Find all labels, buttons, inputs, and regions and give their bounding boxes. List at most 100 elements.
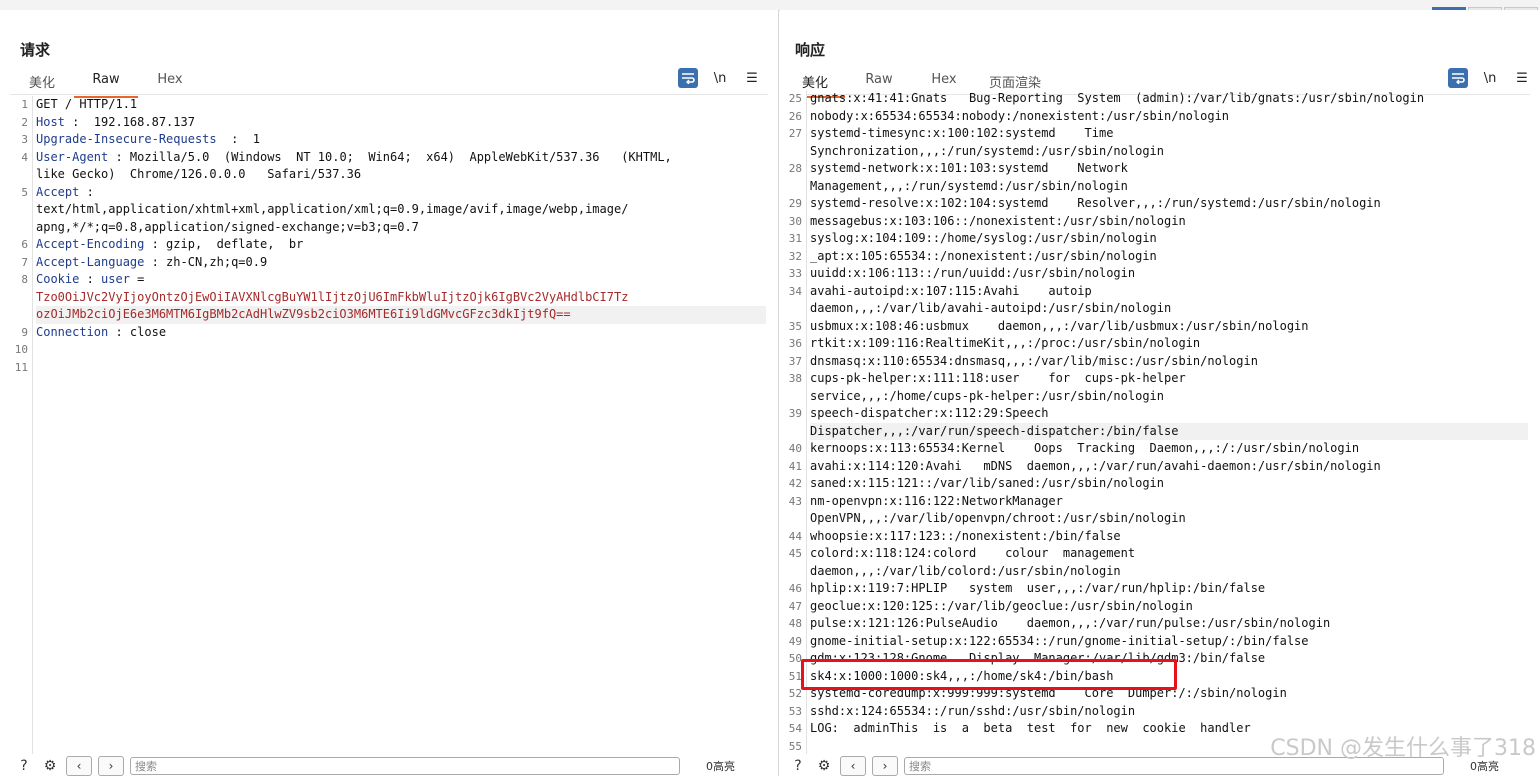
line-text: Upgrade-Insecure-Requests : 1 [36,131,766,149]
line-number: 45 [788,547,802,560]
line-number: 48 [788,617,802,630]
code-token: Connection [36,324,109,339]
request-title: 请求 [20,41,51,59]
code-line: 50 gdm:x:123:128:Gnome Display Manager:/v… [784,650,1528,668]
code-token: : gzip, deflate, br [144,237,304,251]
line-number: 28 [788,162,802,175]
menu-icon[interactable]: ☰ [1512,68,1532,88]
line-number: 2 [21,115,28,129]
line-number: 44 [788,529,802,543]
wrap-lines-icon[interactable] [1448,68,1468,88]
code-token: avahi-autoipd:x:107:115:Avahi autoip [810,283,1092,298]
code-line: 28 systemd-network:x:101:103:systemd Netw… [784,160,1528,178]
request-editor[interactable]: 1 GET / HTTP/1.1 2 Host : 192.168.87.137 3 Up… [10,96,766,754]
code-token: daemon,,,:/var/lib/avahi-autoipd:/usr/sb… [810,301,1172,315]
line-text: messagebus:x:103:106::/nonexistent:/usr/… [810,213,1528,231]
code-token: : Mozilla/5.0 (Windows NT 10.0; Win64; x… [108,149,672,164]
line-text: apng,*/*;q=0.8,application/signed-exchan… [36,219,766,237]
code-line: 39 speech-dispatcher:x:112:29:Speech [784,405,1528,423]
next-match-button[interactable]: › [98,756,124,776]
line-text: pulse:x:121:126:PulseAudio daemon,,,:/va… [810,615,1528,633]
code-line: daemon,,,:/var/lib/colord:/usr/sbin/nolo… [784,563,1528,581]
code-token: cups-pk-helper:x:111:118:user for cups-p… [810,371,1186,385]
code-token: like Gecko) Chrome/126.0.0.0 Safari/537.… [36,167,362,181]
line-text: hplip:x:119:7:HPLIP system user,,,:/var/… [810,580,1528,598]
line-number: 11 [14,360,28,374]
response-pane: 响应 美化 Raw Hex 页面渲染 \n ☰ 25 gnats:x:41:41:… [780,10,1540,776]
menu-icon[interactable]: ☰ [742,68,762,88]
line-text: Accept-Encoding : gzip, deflate, br [36,236,766,254]
code-line: like Gecko) Chrome/126.0.0.0 Safari/537.… [10,166,766,184]
line-text: ozOiJMb2ciOjE6e3M6MTM6IgBMb2cAdHlwZV9sb2… [36,306,766,324]
line-text: kernoops:x:113:65534:Kernel Oops Trackin… [810,440,1528,458]
code-token: saned:x:115:121::/var/lib/saned:/usr/sbi… [810,476,1165,490]
code-line: 46 hplip:x:119:7:HPLIP system user,,,:/va… [784,580,1528,598]
line-number: 51 [788,669,802,683]
line-number: 5 [21,185,28,199]
line-number: 47 [788,599,802,613]
line-text: service,,,:/home/cups-pk-helper:/usr/sbi… [810,388,1528,406]
line-number: 36 [788,337,802,350]
line-text: Accept : [36,184,766,202]
tab-raw[interactable]: Raw [74,70,138,98]
code-token: geoclue:x:120:125::/var/lib/geoclue:/usr… [810,598,1193,613]
search-input[interactable]: 搜索 [130,757,680,775]
code-line: 11 [10,359,766,377]
code-token: pulse:x:121:126:PulseAudio daemon,,,:/va… [810,616,1331,630]
code-line: 32 _apt:x:105:65534::/nonexistent:/usr/sb… [784,248,1528,266]
line-text: sshd:x:124:65534::/run/sshd:/usr/sbin/no… [810,703,1528,721]
code-line: 26 nobody:x:65534:65534:nobody:/nonexiste… [784,108,1528,126]
code-token: syslog:x:104:109::/home/syslog:/usr/sbin… [810,231,1157,245]
code-token: user [101,272,130,286]
code-token: systemd-timesync:x:100:102:systemd Time [810,126,1114,140]
wrap-lines-icon[interactable] [678,68,698,88]
code-line: 49 gnome-initial-setup:x:122:65534::/run/… [784,633,1528,651]
tab-hex[interactable]: Hex [138,70,202,94]
line-number: 37 [788,354,802,368]
line-text: dnsmasq:x:110:65534:dnsmasq,,,:/var/lib/… [810,353,1528,371]
request-search-bar: ? ⚙ ‹ › 搜索 0高亮 [0,756,778,776]
line-text: Tzo0OiJVc2VyIjoyOntzOjEwOiIAVXNlcgBuYW1l… [36,289,766,307]
code-line: 6 Accept-Encoding : gzip, deflate, br [10,236,766,254]
line-text: _apt:x:105:65534::/nonexistent:/usr/sbin… [810,248,1528,266]
prev-match-button[interactable]: ‹ [66,756,92,776]
code-line: 29 systemd-resolve:x:102:104:systemd Reso… [784,195,1528,213]
line-number: 40 [788,442,802,455]
next-match-button[interactable]: › [872,756,898,776]
line-text: Synchronization,,,:/run/systemd:/usr/sbi… [810,143,1528,161]
line-number: 10 [14,343,28,356]
line-text: systemd-resolve:x:102:104:systemd Resolv… [810,195,1528,213]
gear-icon[interactable]: ⚙ [40,756,60,776]
code-line: 31 syslog:x:104:109::/home/syslog:/usr/sb… [784,230,1528,248]
code-line: Synchronization,,,:/run/systemd:/usr/sbi… [784,143,1528,161]
line-number: 38 [788,372,802,385]
gear-icon[interactable]: ⚙ [814,756,834,776]
response-editor[interactable]: 25 gnats:x:41:41:Gnats Bug-Reporting Syst… [784,90,1528,754]
line-number: 41 [788,459,802,473]
code-token: kernoops:x:113:65534:Kernel Oops Trackin… [810,441,1360,455]
code-token: nm-openvpn:x:116:122:NetworkManager [810,493,1063,508]
line-number: 42 [788,477,802,490]
code-line: 48 pulse:x:121:126:PulseAudio daemon,,,:/… [784,615,1528,633]
prev-match-button[interactable]: ‹ [840,756,866,776]
newline-toggle-button[interactable]: \n [1480,68,1500,88]
line-text: OpenVPN,,,:/var/lib/openvpn/chroot:/usr/… [810,510,1528,528]
help-icon[interactable]: ? [14,756,34,776]
newline-toggle-button[interactable]: \n [710,68,730,88]
code-token: sk4:x:1000:1000:sk4,,,:/home/sk4:/bin/ba… [810,668,1114,683]
help-icon[interactable]: ? [788,756,808,776]
line-text: systemd-coredump:x:999:999:systemd Core … [810,685,1528,703]
code-token: = [129,272,145,286]
code-token: uuidd:x:106:113::/run/uuidd:/usr/sbin/no… [810,266,1136,280]
tab-pretty[interactable]: 美化 [10,70,74,94]
code-token: sshd:x:124:65534::/run/sshd:/usr/sbin/no… [810,703,1136,718]
code-line: 38 cups-pk-helper:x:111:118:user for cups… [784,370,1528,388]
line-text: avahi-autoipd:x:107:115:Avahi autoip [810,283,1528,301]
line-number: 33 [788,267,802,280]
code-line: 4 User-Agent : Mozilla/5.0 (Windows NT 10… [10,149,766,167]
code-line: 8 Cookie : user = [10,271,766,289]
line-number: 25 [788,92,802,105]
line-number: 30 [788,214,802,228]
code-line: 47 geoclue:x:120:125::/var/lib/geoclue:/u… [784,598,1528,616]
code-line: Dispatcher,,,:/var/run/speech-dispatcher… [784,422,1528,440]
